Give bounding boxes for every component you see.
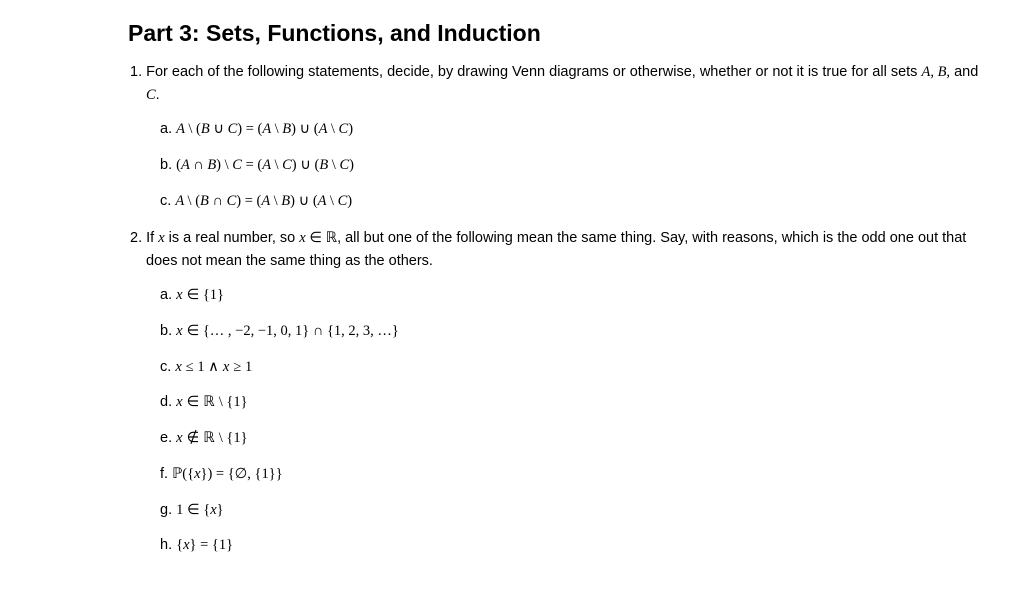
item-expr: {x} = {1} [176, 537, 233, 553]
item-label: c. [160, 359, 171, 375]
list-item: f. ℙ({x}) = {∅, {1}} [160, 464, 984, 486]
item-expr: x ∈ ℝ \ {1} [176, 394, 247, 410]
question-2-text: 2. If x is a real number, so x ∈ ℝ, all … [130, 227, 984, 273]
list-item: b. (A ∩ B) \ C = (A \ C) ∪ (B \ C) [160, 155, 984, 177]
item-expr: (A ∩ B) \ C = (A \ C) ∪ (B \ C) [176, 157, 354, 173]
item-expr: x ∈ {1} [176, 287, 224, 303]
q2-pre: If [146, 230, 158, 246]
q1-pre: For each of the following statements, de… [146, 64, 921, 80]
item-expr: x ≤ 1 ∧ x ≥ 1 [175, 359, 252, 375]
q2-expr: x ∈ ℝ [299, 230, 337, 246]
item-expr: ℙ({x}) = {∅, {1}} [172, 466, 283, 482]
item-label: d. [160, 394, 172, 410]
list-item: b. x ∈ {… , −2, −1, 0, 1} ∩ {1, 2, 3, …} [160, 321, 984, 343]
item-expr: A \ (B ∩ C) = (A \ B) ∪ (A \ C) [175, 193, 352, 209]
question-2-items: a. x ∈ {1} b. x ∈ {… , −2, −1, 0, 1} ∩ {… [130, 285, 984, 557]
item-label: b. [160, 323, 172, 339]
q1-number: 1. [130, 64, 142, 80]
list-item: a. x ∈ {1} [160, 285, 984, 307]
list-item: c. x ≤ 1 ∧ x ≥ 1 [160, 357, 984, 379]
list-item: g. 1 ∈ {x} [160, 500, 984, 522]
item-label: f. [160, 466, 168, 482]
question-1-items: a. A \ (B ∪ C) = (A \ B) ∪ (A \ C) b. (A… [130, 119, 984, 212]
q2-mid1: is a real number, so [165, 230, 300, 246]
list-item: e. x ∉ ℝ \ {1} [160, 428, 984, 450]
q1-math1: A, B, [921, 64, 950, 80]
item-expr: x ∈ {… , −2, −1, 0, 1} ∩ {1, 2, 3, …} [176, 323, 399, 339]
q1-math2: C [146, 87, 156, 103]
question-2: 2. If x is a real number, so x ∈ ℝ, all … [130, 227, 984, 557]
list-item: c. A \ (B ∩ C) = (A \ B) ∪ (A \ C) [160, 191, 984, 213]
item-expr: 1 ∈ {x} [176, 502, 224, 518]
list-item: d. x ∈ ℝ \ {1} [160, 392, 984, 414]
q1-mid: and [950, 64, 978, 80]
list-item: h. {x} = {1} [160, 535, 984, 557]
part-title: Part 3: Sets, Functions, and Induction [128, 20, 984, 47]
q1-post: . [156, 87, 160, 103]
item-label: b. [160, 157, 172, 173]
item-label: h. [160, 537, 172, 553]
item-expr: A \ (B ∪ C) = (A \ B) ∪ (A \ C) [176, 121, 353, 137]
item-label: g. [160, 502, 172, 518]
item-label: c. [160, 193, 171, 209]
item-label: e. [160, 430, 172, 446]
item-label: a. [160, 287, 172, 303]
item-expr: x ∉ ℝ \ {1} [176, 430, 247, 446]
question-1-text: 1. For each of the following statements,… [130, 61, 984, 107]
q2-number: 2. [130, 230, 142, 246]
list-item: a. A \ (B ∪ C) = (A \ B) ∪ (A \ C) [160, 119, 984, 141]
item-label: a. [160, 121, 172, 137]
question-1: 1. For each of the following statements,… [130, 61, 984, 213]
